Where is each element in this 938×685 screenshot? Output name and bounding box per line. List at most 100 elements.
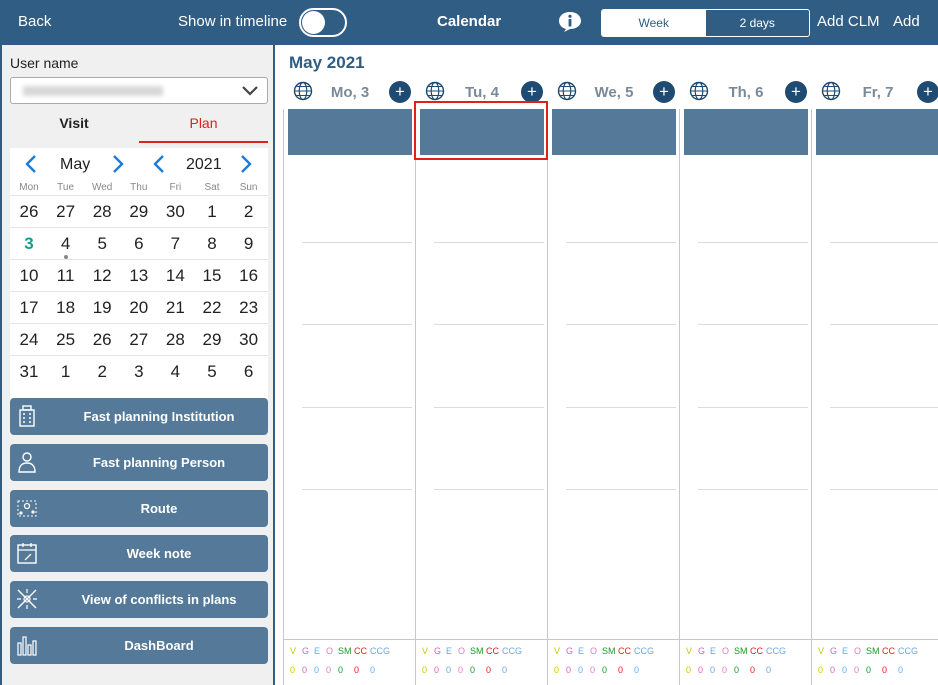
calendar-day[interactable]: 1	[48, 357, 84, 389]
globe-icon[interactable]	[293, 81, 313, 101]
calendar-day[interactable]: 3	[11, 229, 47, 261]
calendar-day[interactable]: 27	[121, 325, 157, 357]
day-column[interactable]: V G E O SM CC CCG 0 0 0 0 0 0 0	[547, 109, 680, 685]
calendar-day[interactable]: 26	[11, 197, 47, 229]
legend-item: 0	[338, 665, 344, 675]
fast-planning-person-button[interactable]: Fast planning Person	[10, 443, 268, 481]
tab-plan[interactable]: Plan	[139, 113, 268, 143]
calendar-day[interactable]: 21	[157, 293, 193, 325]
calendar-day[interactable]: 1	[194, 197, 230, 229]
globe-icon[interactable]	[821, 81, 841, 101]
day-column[interactable]: V G E O SM CC CCG 0 0 0 0 0 0 0	[415, 109, 548, 685]
tab-visit[interactable]: Visit	[10, 113, 138, 143]
legend-item: 0	[446, 665, 452, 675]
prev-month-arrow-icon[interactable]	[24, 154, 38, 174]
legend-item: 0	[502, 665, 508, 675]
legend-separator	[416, 639, 548, 640]
week-note-button[interactable]: Week note	[10, 535, 268, 573]
day-header: Mo, 3 +	[285, 81, 417, 109]
calendar-day[interactable]: 9	[231, 229, 267, 261]
info-icon[interactable]	[558, 11, 582, 33]
calendar-day[interactable]: 24	[11, 325, 47, 357]
calendar-day[interactable]: 15	[194, 261, 230, 293]
calendar-day[interactable]: 18	[48, 293, 84, 325]
calendar-day[interactable]: 6	[231, 357, 267, 389]
day-column[interactable]: V G E O SM CC CCG 0 0 0 0 0 0 0	[679, 109, 812, 685]
calendar-day[interactable]: 22	[194, 293, 230, 325]
all-day-band[interactable]	[288, 109, 412, 155]
calendar-day[interactable]: 3	[121, 357, 157, 389]
calendar-row-divider	[10, 195, 268, 196]
add-event-plus-icon[interactable]: +	[917, 81, 938, 103]
calendar-day[interactable]: 16	[231, 261, 267, 293]
legend-item: CC	[750, 646, 763, 656]
calendar-day[interactable]: 20	[121, 293, 157, 325]
calendar-day[interactable]: 10	[11, 261, 47, 293]
calendar-day[interactable]: 6	[121, 229, 157, 261]
add-button[interactable]: Add	[893, 13, 920, 30]
show-in-timeline-toggle[interactable]	[299, 8, 347, 37]
hour-line	[698, 489, 808, 490]
calendar-day[interactable]: 19	[84, 293, 120, 325]
add-clm-button[interactable]: Add CLM	[817, 13, 880, 30]
calendar-day[interactable]: 11	[48, 261, 84, 293]
user-name-select[interactable]	[10, 77, 268, 104]
hour-line	[698, 407, 808, 408]
calendar-day[interactable]: 26	[84, 325, 120, 357]
globe-icon[interactable]	[557, 81, 577, 101]
next-year-arrow-icon[interactable]	[239, 154, 253, 174]
view-2days-button[interactable]: 2 days	[706, 10, 810, 36]
route-button[interactable]: Route	[10, 489, 268, 527]
calendar-day[interactable]: 14	[157, 261, 193, 293]
calendar-day[interactable]: 7	[157, 229, 193, 261]
dashboard-button[interactable]: DashBoard	[10, 627, 268, 664]
calendar-day[interactable]: 25	[48, 325, 84, 357]
all-day-band[interactable]	[816, 109, 938, 155]
mini-calendar: May 2021 Mon Tue Wed Thu Fri Sat Sun 26 27 28 29 30…	[10, 148, 268, 434]
view-of-conflicts-in-plans-button[interactable]: View of conflicts in plans	[10, 581, 268, 619]
all-day-band[interactable]	[552, 109, 676, 155]
fast-planning-institution-button[interactable]: Fast planning Institution	[10, 398, 268, 435]
calendar-day[interactable]: 2	[84, 357, 120, 389]
calendar-day[interactable]: 28	[84, 197, 120, 229]
globe-icon[interactable]	[425, 81, 445, 101]
view-week-button[interactable]: Week	[602, 10, 706, 36]
calendar-day[interactable]: 29	[121, 197, 157, 229]
calendar-day[interactable]: 12	[84, 261, 120, 293]
add-event-plus-icon[interactable]: +	[785, 81, 807, 103]
calendar-day[interactable]: 17	[11, 293, 47, 325]
calendar-day[interactable]: 5	[84, 229, 120, 261]
back-button[interactable]: Back	[18, 13, 51, 30]
hour-line	[698, 242, 808, 243]
calendar-day[interactable]: 27	[48, 197, 84, 229]
calendar-day[interactable]: 2	[231, 197, 267, 229]
globe-icon[interactable]	[689, 81, 709, 101]
all-day-band[interactable]	[684, 109, 808, 155]
calendar-day[interactable]: 28	[157, 325, 193, 357]
legend-item: 0	[434, 665, 440, 675]
legend-item: O	[590, 646, 598, 656]
add-event-plus-icon[interactable]: +	[521, 81, 543, 103]
prev-year-arrow-icon[interactable]	[152, 154, 166, 174]
calendar-day[interactable]: 5	[194, 357, 230, 389]
add-event-plus-icon[interactable]: +	[389, 81, 411, 103]
day-column[interactable]: V G E O SM CC CCG 0 0 0 0 0 0 0	[283, 109, 416, 685]
legend-item: 0	[634, 665, 640, 675]
add-event-plus-icon[interactable]: +	[653, 81, 675, 103]
legend-item: 0	[354, 665, 360, 675]
next-month-arrow-icon[interactable]	[111, 154, 125, 174]
calendar-day[interactable]: 30	[157, 197, 193, 229]
legend-separator	[548, 639, 680, 640]
calendar-day[interactable]: 4	[157, 357, 193, 389]
calendar-day[interactable]: 29	[194, 325, 230, 357]
calendar-day[interactable]: 31	[11, 357, 47, 389]
chevron-down-icon	[242, 86, 258, 96]
calendar-day[interactable]: 13	[121, 261, 157, 293]
legend-item: G	[434, 646, 442, 656]
calendar-day[interactable]: 8	[194, 229, 230, 261]
day-column[interactable]: V G E O SM CC CCG 0 0 0 0 0 0 0	[811, 109, 938, 685]
calendar-day[interactable]: 23	[231, 293, 267, 325]
legend-item: O	[326, 646, 334, 656]
route-icon	[17, 500, 37, 517]
calendar-day[interactable]: 30	[231, 325, 267, 357]
